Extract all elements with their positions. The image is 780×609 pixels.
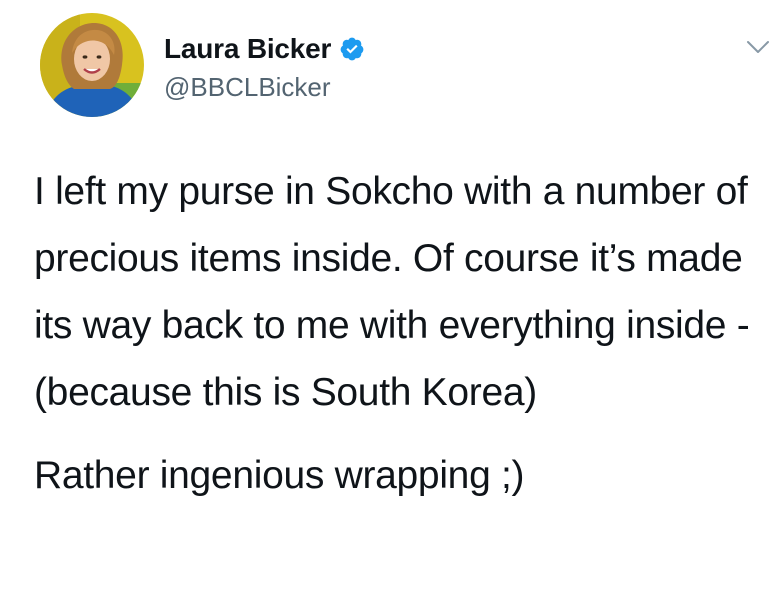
author-display-name[interactable]: Laura Bicker: [164, 33, 331, 65]
author-handle[interactable]: @BBCLBicker: [164, 72, 331, 102]
avatar[interactable]: [40, 13, 144, 117]
author-name-row[interactable]: Laura Bicker: [164, 33, 365, 65]
tweet-paragraph: I left my purse in Sokcho with a number …: [34, 170, 750, 414]
tweet-text: I left my purse in Sokcho with a number …: [34, 158, 754, 509]
tweet-paragraph: Rather ingenious wrapping ;): [34, 454, 525, 497]
avatar-image: [40, 13, 144, 117]
tweet-card: Laura Bicker @BBCLBicker I left my purse…: [0, 0, 780, 609]
verified-badge-icon: [339, 36, 365, 62]
chevron-down-icon[interactable]: [744, 36, 772, 58]
